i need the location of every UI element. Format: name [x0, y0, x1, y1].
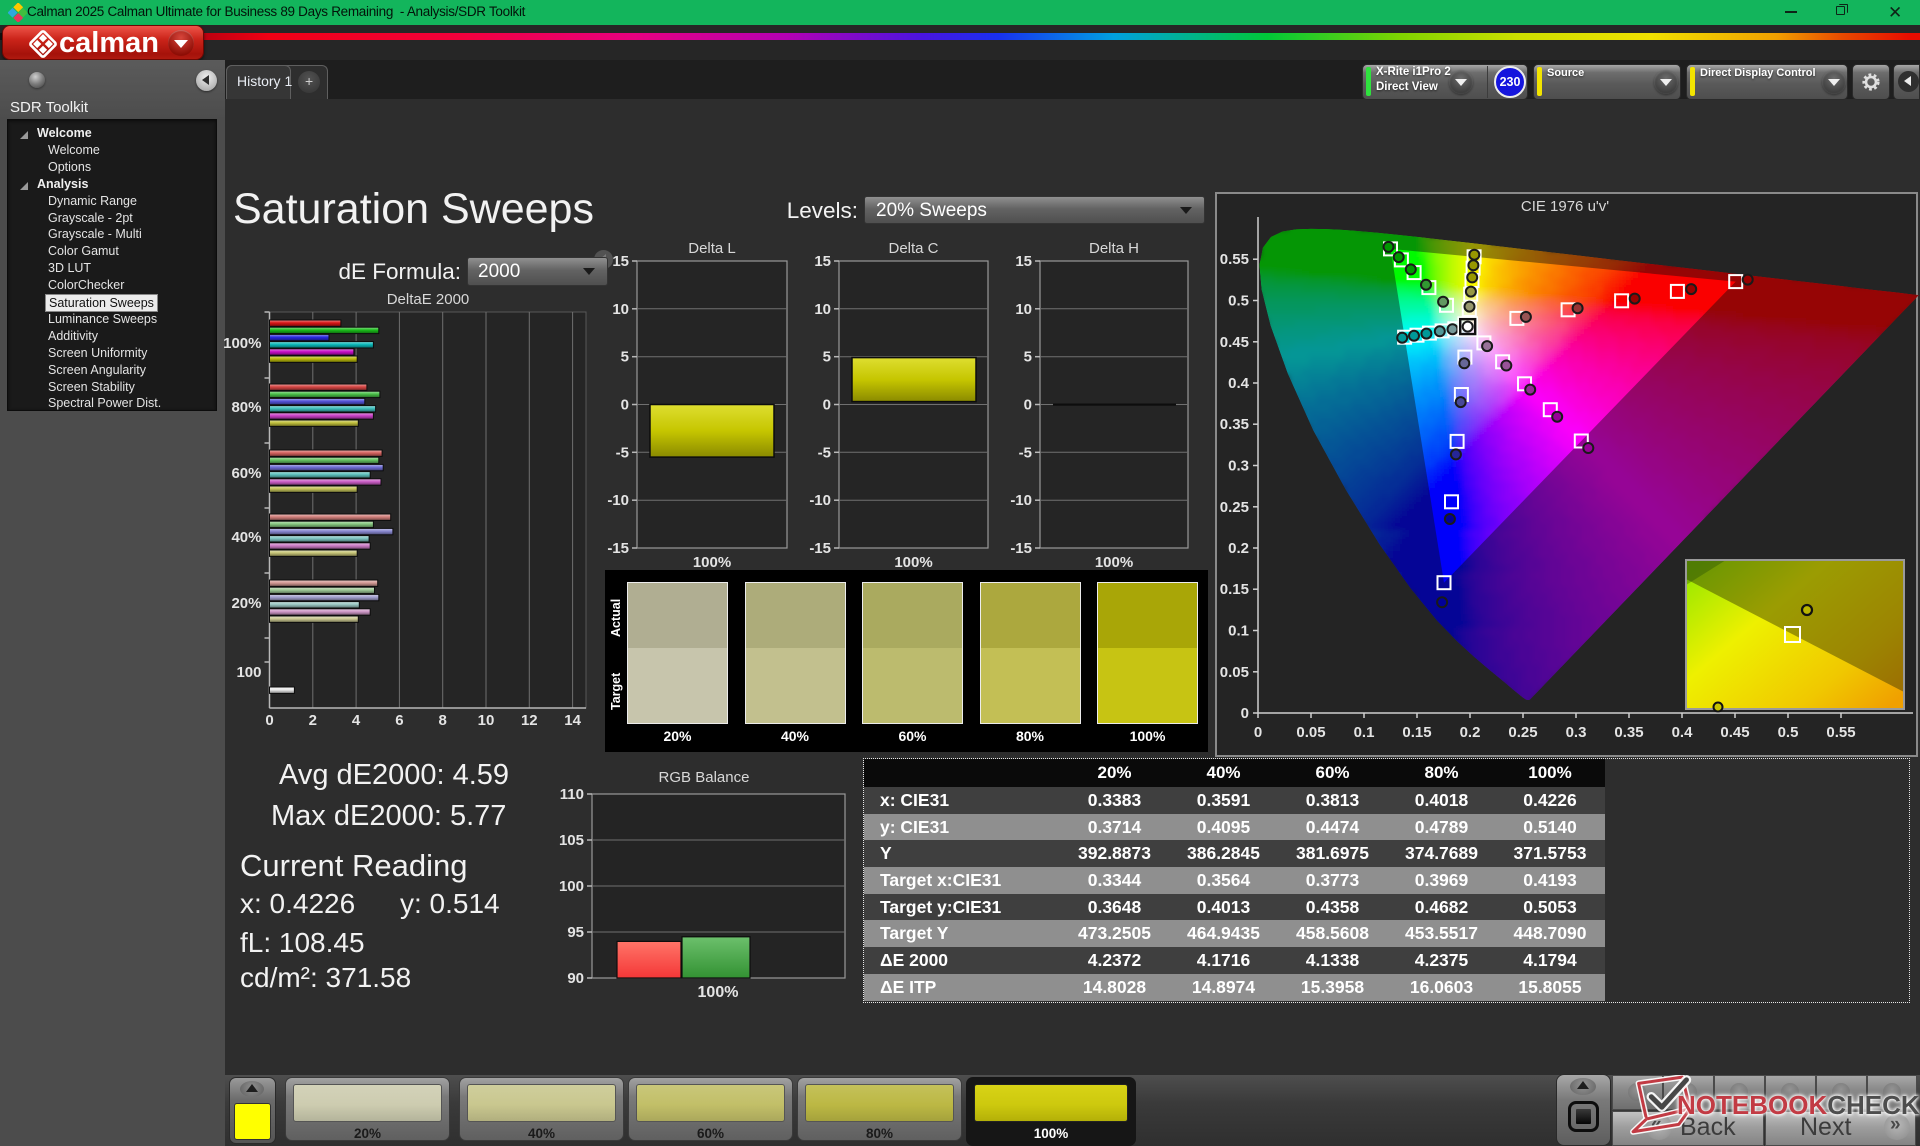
svg-text:0.4: 0.4: [1228, 375, 1250, 392]
svg-text:0.55: 0.55: [1826, 724, 1855, 741]
svg-text:0.55: 0.55: [1220, 251, 1249, 268]
svg-text:100: 100: [236, 664, 261, 681]
svg-text:0.35: 0.35: [1220, 416, 1249, 433]
svg-text:0.15: 0.15: [1402, 724, 1431, 741]
svg-text:0: 0: [1024, 397, 1032, 414]
svg-text:0: 0: [823, 397, 831, 414]
svg-text:-15: -15: [809, 540, 831, 557]
svg-text:0: 0: [265, 712, 273, 729]
svg-text:0: 0: [1254, 724, 1262, 741]
svg-text:5: 5: [621, 349, 629, 366]
svg-text:0.3: 0.3: [1228, 458, 1249, 475]
svg-text:100%: 100%: [698, 984, 739, 1001]
svg-text:-5: -5: [818, 444, 831, 461]
svg-text:95: 95: [567, 924, 584, 941]
svg-text:10: 10: [814, 301, 831, 318]
svg-text:-10: -10: [809, 492, 831, 509]
svg-text:0.05: 0.05: [1296, 724, 1325, 741]
svg-text:0.3: 0.3: [1566, 724, 1587, 741]
svg-text:60%: 60%: [231, 465, 261, 482]
svg-text:DeltaE 2000: DeltaE 2000: [387, 291, 470, 308]
svg-text:0: 0: [1241, 705, 1249, 722]
svg-text:100%: 100%: [693, 554, 731, 571]
svg-text:0.5: 0.5: [1778, 724, 1799, 741]
svg-text:5: 5: [823, 349, 831, 366]
svg-text:0.25: 0.25: [1508, 724, 1537, 741]
svg-text:Delta L: Delta L: [688, 240, 736, 257]
svg-text:-5: -5: [616, 444, 629, 461]
svg-text:RGB Balance: RGB Balance: [659, 769, 750, 786]
svg-text:4: 4: [352, 712, 361, 729]
svg-text:105: 105: [559, 832, 584, 849]
svg-text:110: 110: [560, 786, 584, 803]
svg-text:100: 100: [559, 878, 584, 895]
svg-text:5: 5: [1024, 349, 1032, 366]
svg-text:14: 14: [564, 712, 581, 729]
svg-text:0.2: 0.2: [1228, 540, 1249, 557]
svg-text:Delta C: Delta C: [888, 240, 938, 257]
svg-text:0.25: 0.25: [1220, 499, 1249, 516]
svg-text:0.35: 0.35: [1614, 724, 1643, 741]
svg-text:80%: 80%: [231, 399, 261, 416]
svg-text:12: 12: [521, 712, 538, 729]
svg-text:-15: -15: [1010, 540, 1032, 557]
svg-text:90: 90: [567, 970, 584, 987]
svg-text:15: 15: [1015, 253, 1032, 270]
svg-text:0.45: 0.45: [1720, 724, 1749, 741]
svg-text:CIE 1976 u'v': CIE 1976 u'v': [1521, 198, 1609, 215]
svg-text:0.45: 0.45: [1220, 334, 1249, 351]
svg-text:0.15: 0.15: [1220, 581, 1249, 598]
svg-text:6: 6: [395, 712, 403, 729]
svg-text:10: 10: [478, 712, 495, 729]
svg-text:0: 0: [621, 397, 629, 414]
svg-text:0.1: 0.1: [1354, 724, 1375, 741]
svg-text:8: 8: [439, 712, 447, 729]
svg-text:-15: -15: [607, 540, 629, 557]
svg-text:100%: 100%: [223, 335, 261, 352]
svg-text:2: 2: [309, 712, 317, 729]
svg-text:40%: 40%: [231, 529, 261, 546]
svg-text:0.5: 0.5: [1228, 293, 1249, 310]
svg-text:10: 10: [1015, 301, 1032, 318]
svg-text:-10: -10: [607, 492, 629, 509]
svg-text:0.05: 0.05: [1220, 664, 1249, 681]
svg-text:100%: 100%: [894, 554, 932, 571]
svg-text:20%: 20%: [231, 595, 261, 612]
svg-text:Delta H: Delta H: [1089, 240, 1139, 257]
svg-text:0.2: 0.2: [1460, 724, 1481, 741]
svg-text:15: 15: [612, 253, 629, 270]
svg-text:15: 15: [814, 253, 831, 270]
svg-text:-5: -5: [1019, 444, 1032, 461]
svg-text:0.4: 0.4: [1672, 724, 1694, 741]
svg-text:10: 10: [612, 301, 629, 318]
svg-text:100%: 100%: [1095, 554, 1133, 571]
svg-text:0.1: 0.1: [1228, 623, 1249, 640]
svg-text:-10: -10: [1010, 492, 1032, 509]
